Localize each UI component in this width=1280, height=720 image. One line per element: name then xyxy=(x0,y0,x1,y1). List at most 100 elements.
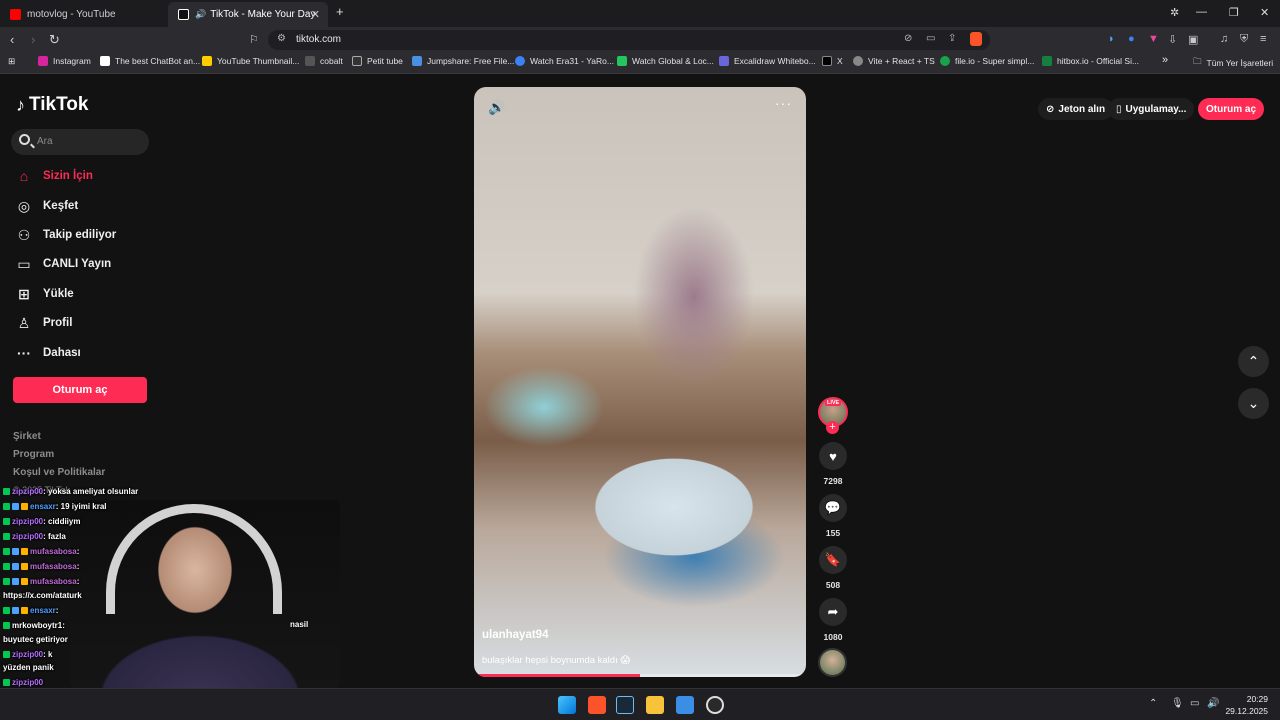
footer-terms[interactable]: Koşul ve Politikalar xyxy=(13,467,105,478)
apps-icon[interactable]: ⊞ xyxy=(8,56,15,67)
nav-upload[interactable]: ⊞ Yükle xyxy=(14,283,74,305)
bookmark-item[interactable]: hitbox.io - Official Si... xyxy=(1042,56,1139,66)
chat-user: zipzip00 xyxy=(12,650,44,659)
cast-icon[interactable]: ▭ xyxy=(926,33,935,44)
live-badge: LIVE xyxy=(825,400,842,406)
bookmark-item[interactable]: Watch Global & Loc... xyxy=(617,56,714,66)
bookmark-item[interactable]: Vite + React + TS xyxy=(853,56,935,66)
volume-icon[interactable]: 🔊 xyxy=(1207,698,1219,709)
back-icon[interactable]: ‹ xyxy=(10,32,14,47)
network-icon[interactable]: ▭ xyxy=(1190,698,1199,709)
app-window-icon[interactable] xyxy=(676,696,694,714)
sidebar-icon[interactable]: ▣ xyxy=(1188,33,1198,46)
tiktok-logo[interactable]: ♪ TikTok xyxy=(16,94,88,116)
bookmark-item[interactable]: YouTube Thumbnail... xyxy=(202,56,299,66)
bookmark-item[interactable]: Watch Era31 - YaRo... xyxy=(515,56,614,66)
like-action[interactable]: ♥ 7298 xyxy=(818,442,848,486)
login-button[interactable]: Oturum aç xyxy=(13,377,147,403)
bookmark-item[interactable]: Excalidraw Whitebo... xyxy=(719,56,816,66)
nav-live[interactable]: ▭ CANLI Yayın xyxy=(14,253,111,275)
header-login-button[interactable]: Oturum aç xyxy=(1198,98,1265,120)
bookmark-item[interactable]: cobalt xyxy=(305,56,343,66)
footer-program[interactable]: Program xyxy=(13,449,54,460)
get-coins-button[interactable]: ⊘ Jeton alın xyxy=(1038,98,1114,120)
badge-icon xyxy=(3,607,10,615)
music-disc[interactable] xyxy=(818,648,847,677)
system-clock[interactable]: 20:29 29.12.2025 xyxy=(1225,693,1268,717)
shield-icon[interactable]: ⛨ xyxy=(1240,33,1248,46)
bookmark-item[interactable]: X xyxy=(822,56,843,66)
minimize-icon[interactable]: — xyxy=(1196,6,1207,18)
menu-icon[interactable]: ≡ xyxy=(1260,33,1266,45)
bookmark-item[interactable]: file.io - Super simpl... xyxy=(940,56,1034,66)
nav-more[interactable]: ··· Dahası xyxy=(14,342,81,364)
windows-start-icon[interactable] xyxy=(558,696,576,714)
speaker-icon: 🔊 xyxy=(195,9,207,19)
bookmark-label: Watch Era31 - YaRo... xyxy=(530,56,614,66)
steam-icon[interactable] xyxy=(616,696,634,714)
save-action[interactable]: 🔖 508 xyxy=(818,546,848,590)
download-icon[interactable]: ⇩ xyxy=(1168,33,1177,46)
more-bookmarks-button[interactable]: » xyxy=(1162,54,1168,66)
bookmark-item[interactable]: The best ChatBot an... xyxy=(100,56,200,66)
tab-youtube[interactable]: motovlog - YouTube xyxy=(0,2,168,27)
music-icon[interactable]: ♫ xyxy=(1220,33,1228,45)
excalidraw-icon xyxy=(719,56,729,66)
close-tab-icon[interactable]: ✕ xyxy=(311,8,320,21)
comment-action[interactable]: 💬 155 xyxy=(818,494,848,538)
share-icon[interactable]: ⇪ xyxy=(948,33,956,44)
following-icon: ⚇ xyxy=(17,226,31,243)
nav-explore[interactable]: ◎ Keşfet xyxy=(14,195,78,217)
bookmark-item[interactable]: Petit tube xyxy=(352,56,403,66)
bookmark-item[interactable]: Instagram xyxy=(38,56,91,66)
bookmarks-bar: ⊞ Instagram The best ChatBot an... YouTu… xyxy=(0,53,1280,74)
search-placeholder: Ara xyxy=(37,136,53,147)
bookmark-item[interactable]: Jumpshare: Free File... xyxy=(412,56,514,66)
heart-icon: ♥ xyxy=(819,442,847,470)
nav-profile[interactable]: ♙ Profil xyxy=(14,312,73,334)
reader-icon[interactable]: ⊘ xyxy=(904,33,912,44)
follow-button[interactable]: + xyxy=(826,421,839,434)
reload-icon[interactable]: ↻ xyxy=(49,32,60,48)
close-window-icon[interactable]: ✕ xyxy=(1260,6,1269,19)
volume-icon[interactable]: 🔊 xyxy=(488,99,505,116)
badge-icon xyxy=(3,533,10,541)
microphone-icon[interactable]: 🎙 xyxy=(1171,698,1184,709)
extensions-icon[interactable]: ✲ xyxy=(1170,6,1179,19)
nav-for-you[interactable]: ⌂ Sizin İçin xyxy=(14,165,93,187)
brave-browser-icon[interactable] xyxy=(588,696,606,714)
extension-pink-icon[interactable]: ▼ xyxy=(1148,33,1159,45)
tray-chevron-icon[interactable]: ⌃ xyxy=(1149,698,1157,709)
share-count: 1080 xyxy=(823,632,843,642)
footer-company[interactable]: Şirket xyxy=(13,431,41,442)
share-action[interactable]: ➦ 1080 xyxy=(818,598,848,642)
coins-label: Jeton alın xyxy=(1058,103,1106,115)
vpn-icon[interactable]: ◗ xyxy=(1108,33,1115,45)
new-tab-button[interactable]: + xyxy=(336,4,344,19)
tab-tiktok[interactable]: 🔊 TikTok - Make Your Day ✕ xyxy=(168,2,328,27)
maximize-icon[interactable]: ❐ xyxy=(1229,6,1239,19)
nav-following[interactable]: ⚇ Takip ediliyor xyxy=(14,224,117,246)
file-explorer-icon[interactable] xyxy=(646,696,664,714)
video-caption: bulaşıklar hepsi boynumda kaldı 😱 xyxy=(482,655,631,666)
all-bookmarks-folder[interactable]: 🗀 Tüm Yer İşaretleri xyxy=(1193,56,1273,70)
more-options-icon[interactable]: ··· xyxy=(775,95,792,111)
get-app-button[interactable]: ▯ Uygulamay... xyxy=(1108,98,1195,120)
brave-shield-icon[interactable] xyxy=(970,32,982,46)
video-username[interactable]: ulanhayat94 xyxy=(482,629,548,641)
obs-icon[interactable] xyxy=(706,696,724,714)
search-input[interactable]: Ara xyxy=(11,129,149,155)
previous-video-button[interactable]: ⌃ xyxy=(1238,346,1269,377)
forward-icon[interactable]: › xyxy=(31,32,35,47)
extension-blue-icon[interactable]: ● xyxy=(1128,33,1135,45)
badge-icon xyxy=(21,563,28,571)
badge-icon xyxy=(21,548,28,556)
chat-user: mufasabosa xyxy=(30,577,77,586)
url-bar[interactable]: ⚙ tiktok.com ⊘ ▭ ⇪ xyxy=(268,30,990,50)
global-icon xyxy=(617,56,627,66)
bookmark-icon[interactable]: ⚐ xyxy=(249,33,259,46)
badge-icon xyxy=(3,563,10,571)
video-player[interactable]: 🔊 ··· ulanhayat94 bulaşıklar hepsi boynu… xyxy=(474,87,806,677)
next-video-button[interactable]: ⌄ xyxy=(1238,388,1269,419)
site-info-icon[interactable]: ⚙ xyxy=(277,33,286,44)
